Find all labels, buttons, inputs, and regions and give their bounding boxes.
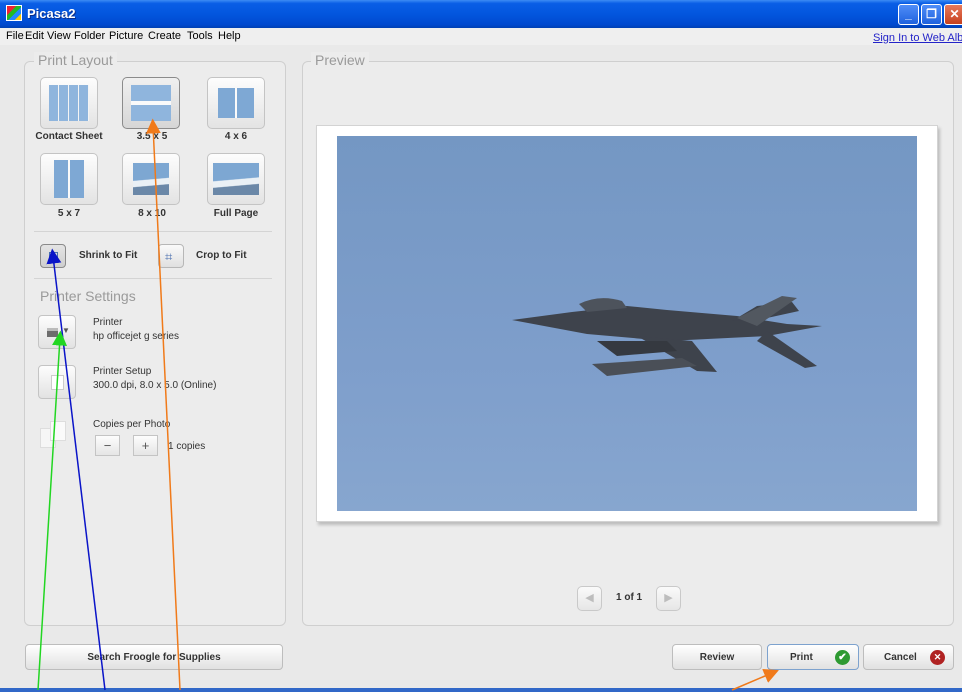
crop-to-fit-label: Crop to Fit — [196, 250, 247, 261]
layout-full-page-button[interactable] — [207, 153, 265, 205]
print-layout-title: Print Layout — [34, 52, 117, 68]
layout-8x10-button[interactable] — [122, 153, 180, 205]
layout-3-5x5-button[interactable] — [122, 77, 180, 129]
shrink-icon — [49, 252, 58, 260]
layout-3-5x5-icon — [131, 85, 171, 121]
review-button[interactable]: Review — [672, 644, 762, 670]
preview-title: Preview — [311, 52, 369, 68]
printer-settings-title: Printer Settings — [40, 288, 136, 304]
minimize-button[interactable]: _ — [898, 4, 919, 25]
printer-setup-button[interactable] — [38, 365, 76, 399]
cancel-x-icon: ✕ — [930, 650, 945, 665]
picasa-app-icon — [6, 5, 22, 21]
layout-full-page-icon — [213, 163, 259, 195]
menu-create[interactable]: Create — [148, 30, 181, 42]
title-bar: Picasa2 _ ❐ ✕ — [0, 0, 962, 28]
menu-edit[interactable]: Edit — [25, 30, 44, 42]
sign-in-link[interactable]: Sign In to Web Album — [873, 32, 962, 44]
close-button[interactable]: ✕ — [944, 4, 962, 25]
next-page-button[interactable]: ▶ — [656, 586, 681, 611]
page-indicator: 1 of 1 — [616, 592, 643, 603]
prev-page-button[interactable]: ◀ — [577, 586, 602, 611]
copies-value: 1 copies — [168, 441, 206, 452]
layout-label-contact-sheet: Contact Sheet — [35, 131, 103, 142]
layout-5x7-button[interactable] — [40, 153, 98, 205]
crop-icon: ⌗ — [165, 249, 173, 264]
contact-sheet-icon — [49, 85, 89, 121]
cancel-button[interactable]: Cancel ✕ — [863, 644, 954, 670]
layout-5x7-icon — [54, 160, 84, 198]
bottom-edge — [0, 688, 962, 692]
divider — [34, 278, 272, 279]
menu-help[interactable]: Help — [218, 30, 241, 42]
shrink-to-fit-label: Shrink to Fit — [79, 250, 138, 261]
menu-bar: File Edit View Folder Picture Create Too… — [0, 28, 962, 45]
printer-setup-label: Printer Setup — [93, 366, 152, 377]
search-froogle-button[interactable]: Search Froogle for Supplies — [25, 644, 283, 670]
shrink-to-fit-button[interactable] — [40, 244, 66, 268]
layout-label-8x10: 8 x 10 — [138, 208, 166, 219]
layout-label-5x7: 5 x 7 — [57, 208, 81, 219]
menu-file[interactable]: File — [6, 30, 24, 42]
preview-photo — [337, 136, 917, 511]
printer-select-button[interactable]: ▼ — [38, 315, 76, 349]
copies-icon — [38, 418, 72, 452]
print-label: Print — [790, 652, 813, 663]
printer-value: hp officejet g series — [93, 331, 179, 342]
cancel-label: Cancel — [884, 652, 917, 663]
maximize-button[interactable]: ❐ — [921, 4, 942, 25]
crop-to-fit-button[interactable]: ⌗ — [158, 244, 184, 268]
menu-picture[interactable]: Picture — [109, 30, 143, 42]
layout-label-full-page: Full Page — [213, 208, 259, 219]
layout-4x6-button[interactable] — [207, 77, 265, 129]
checkmark-icon: ✔ — [835, 650, 850, 665]
divider — [34, 231, 272, 232]
menu-folder[interactable]: Folder — [74, 30, 105, 42]
copies-increase-button[interactable]: + — [133, 435, 158, 456]
layout-label-3-5x5: 3.5 x 5 — [136, 131, 168, 142]
layout-8x10-icon — [133, 163, 169, 195]
copies-label: Copies per Photo — [93, 419, 171, 430]
layout-4x6-icon — [218, 88, 254, 118]
printer-setup-value: 300.0 dpi, 8.0 x 5.0 (Online) — [93, 380, 217, 391]
copies-decrease-button[interactable]: − — [95, 435, 120, 456]
layout-contact-sheet-button[interactable] — [40, 77, 98, 129]
menu-tools[interactable]: Tools — [187, 30, 213, 42]
printer-label: Printer — [93, 317, 123, 328]
dropdown-arrow-icon: ▼ — [62, 326, 70, 335]
print-button[interactable]: Print ✔ — [767, 644, 859, 670]
fighter-jet-image — [512, 296, 822, 376]
review-label: Review — [699, 652, 735, 663]
menu-view[interactable]: View — [47, 30, 71, 42]
search-froogle-label: Search Froogle for Supplies — [87, 652, 221, 663]
printer-icon — [47, 328, 58, 337]
page-setup-icon — [51, 375, 64, 390]
window-title: Picasa2 — [27, 6, 76, 21]
layout-label-4x6: 4 x 6 — [224, 131, 248, 142]
